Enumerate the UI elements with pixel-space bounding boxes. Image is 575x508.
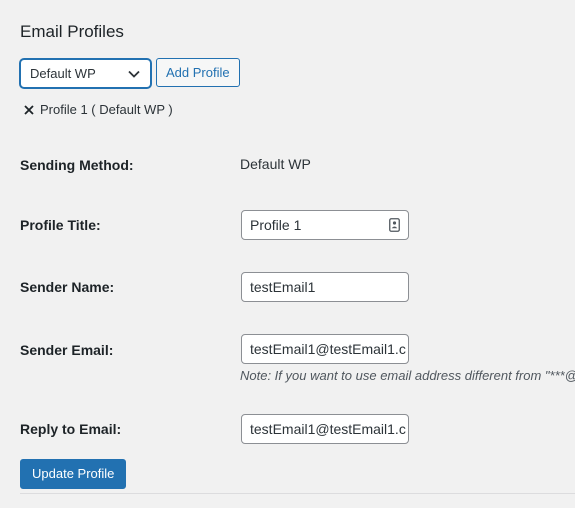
reply-to-email-field[interactable]: testEmail1@testEmail1.c [241,414,409,444]
add-profile-button[interactable]: Add Profile [156,58,240,87]
current-profile-tag: Profile 1 ( Default WP ) [24,102,173,117]
email-profiles-page: Email Profiles Default WP Add Profile Pr… [0,0,575,508]
reply-to-email-label: Reply to Email: [20,421,122,437]
profile-title-label: Profile Title: [20,217,101,233]
sender-name-label: Sender Name: [20,279,115,295]
profile-title-field[interactable]: Profile 1 [241,210,409,240]
close-icon[interactable] [24,104,34,115]
profile-select-value: Default WP [30,66,96,81]
sender-name-field[interactable]: testEmail1 [241,272,409,302]
profile-title-value: Profile 1 [250,217,302,233]
contact-card-icon[interactable] [389,218,400,232]
sender-name-value: testEmail1 [250,279,316,295]
sending-method-label: Sending Method: [20,157,134,173]
chevron-down-icon [128,70,140,78]
reply-to-email-value: testEmail1@testEmail1.c [250,421,406,437]
update-profile-button[interactable]: Update Profile [20,459,127,489]
sending-method-value: Default WP [240,156,311,172]
profile-select[interactable]: Default WP [20,59,151,88]
sender-email-note: Note: If you want to use email address d… [240,368,575,383]
divider [20,493,575,494]
sender-email-value: testEmail1@testEmail1.c [250,341,406,357]
sender-email-label: Sender Email: [20,342,114,358]
sender-email-field[interactable]: testEmail1@testEmail1.c [241,334,409,364]
current-profile-label: Profile 1 ( Default WP ) [40,102,173,117]
page-title: Email Profiles [20,22,124,41]
